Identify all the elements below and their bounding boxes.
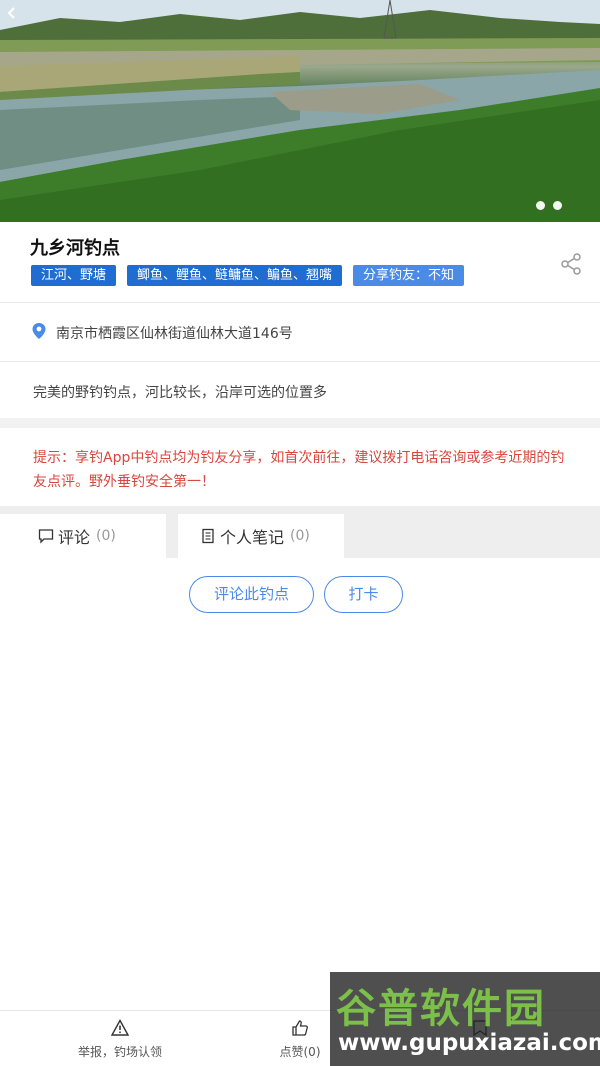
watermark: 谷普软件园 www.gupuxiazai.com	[330, 972, 600, 1066]
share-button[interactable]	[559, 252, 583, 276]
comment-icon	[38, 529, 54, 544]
notice-text: 提示：享钓App中钓点均为钓友分享，如首次前往，建议拨打电话咨询或参考近期的钓友…	[33, 450, 565, 490]
like-label: 点赞(0)	[279, 1045, 321, 1059]
share-icon	[561, 253, 581, 275]
shared-by-tag: 分享钓友：不知	[353, 265, 465, 286]
spot-header: 九乡河钓点 江河、野塘 鲫鱼、鲤鱼、鲢鳙鱼、鳊鱼、翘嘴 分享钓友：不知	[0, 222, 600, 302]
river-landscape-image	[0, 0, 600, 222]
address-row[interactable]: 南京市栖霞区仙林街道仙林大道146号	[0, 303, 600, 361]
watermark-cn: 谷普软件园	[336, 986, 546, 1032]
thumbs-up-icon	[292, 1020, 308, 1036]
water-type-tag: 江河、野塘	[31, 265, 117, 286]
back-button[interactable]	[6, 6, 28, 28]
carousel-indicator	[536, 201, 562, 210]
address-text: 南京市栖霞区仙林街道仙林大道146号	[56, 326, 293, 342]
checkin-button[interactable]: 打卡	[324, 576, 403, 613]
spot-title: 九乡河钓点	[30, 238, 120, 259]
description-text: 完美的野钓钓点，河比较长，沿岸可选的位置多	[33, 385, 327, 401]
carousel-dot[interactable]	[536, 201, 545, 210]
safety-notice: 提示：享钓App中钓点均为钓友分享，如首次前往，建议拨打电话咨询或参考近期的钓友…	[0, 428, 600, 506]
report-button[interactable]: 举报，钓场认领	[72, 1019, 168, 1060]
tab-count: (0)	[96, 528, 116, 544]
report-label: 举报，钓场认领	[77, 1045, 162, 1059]
comment-spot-button[interactable]: 评论此钓点	[189, 576, 314, 613]
watermark-url: www.gupuxiazai.com	[338, 1030, 600, 1056]
location-pin-icon	[32, 323, 46, 339]
tab-label: 评论	[58, 528, 91, 547]
warning-icon	[111, 1019, 129, 1036]
fish-species-tag: 鲫鱼、鲤鱼、鲢鳙鱼、鳊鱼、翘嘴	[127, 265, 343, 286]
section-gap	[0, 418, 600, 428]
tag-list: 江河、野塘 鲫鱼、鲤鱼、鲢鳙鱼、鳊鱼、翘嘴 分享钓友：不知	[31, 265, 465, 286]
like-button[interactable]: 点赞(0)	[276, 1019, 324, 1060]
tab-comments[interactable]: 评论 (0)	[0, 514, 166, 558]
notebook-icon	[202, 528, 214, 544]
chevron-left-icon	[7, 7, 15, 19]
tab-bar: 评论 (0) 个人笔记 (0)	[0, 506, 600, 558]
comment-actions: 评论此钓点 打卡	[0, 576, 600, 614]
description-section: 完美的野钓钓点，河比较长，沿岸可选的位置多	[0, 362, 600, 418]
tab-notes[interactable]: 个人笔记 (0)	[178, 514, 344, 558]
tab-label: 个人笔记	[220, 528, 285, 547]
spot-photo[interactable]	[0, 0, 600, 222]
carousel-dot[interactable]	[553, 201, 562, 210]
tab-count: (0)	[290, 528, 310, 544]
